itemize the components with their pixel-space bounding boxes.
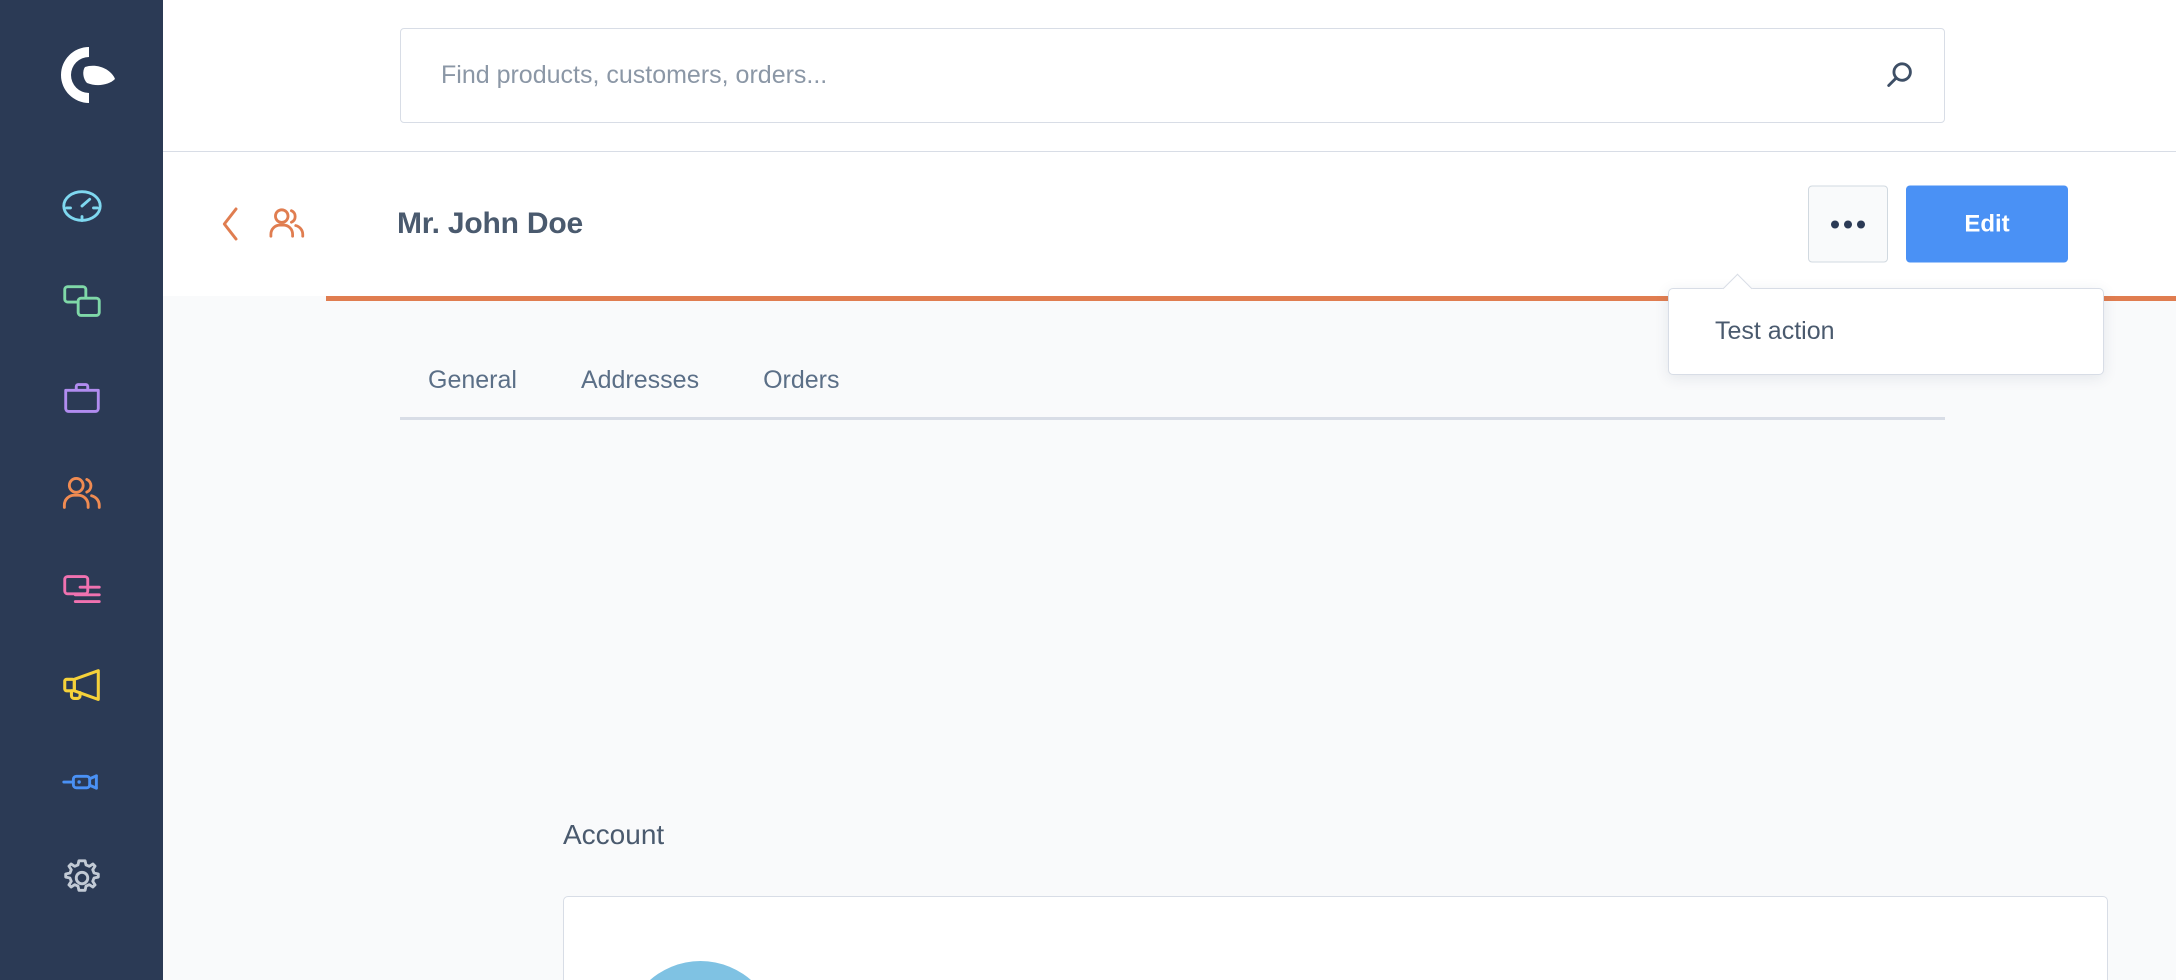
sidebar-item-dashboard[interactable] <box>0 158 163 254</box>
customers-people-icon <box>266 203 308 245</box>
content-area: General Addresses Orders Account JD Mr. … <box>163 296 2176 980</box>
top-bar <box>163 0 2176 152</box>
sidebar-nav <box>0 150 163 926</box>
app-root: Mr. John Doe Edit Test action General Ad… <box>0 0 2176 980</box>
avatar: JD <box>624 961 777 980</box>
edit-button[interactable]: Edit <box>1906 186 2068 263</box>
content-document-icon <box>59 567 105 613</box>
sidebar-item-catalogues[interactable] <box>0 254 163 350</box>
context-menu: Test action <box>1668 288 2104 375</box>
chevron-left-icon <box>216 204 246 244</box>
module-customers-icon-wrap <box>263 200 311 248</box>
more-dot <box>1857 220 1865 228</box>
dashboard-gauge-icon <box>59 183 105 229</box>
shopware-logo-icon <box>45 45 119 105</box>
extensions-plug-icon <box>59 759 105 805</box>
sidebar-logo[interactable] <box>0 0 163 150</box>
more-actions-button[interactable] <box>1808 186 1888 263</box>
marketing-megaphone-icon <box>59 663 105 709</box>
section-title-account: Account <box>563 819 664 851</box>
header-actions: Edit <box>1808 186 2068 263</box>
sidebar-item-extensions[interactable] <box>0 734 163 830</box>
search-icon <box>1880 57 1918 95</box>
tab-general[interactable]: General <box>400 366 549 417</box>
account-card-body: JD Mr. John Doe - Shopware john@doe.com <box>564 897 2107 980</box>
account-card: JD Mr. John Doe - Shopware john@doe.com <box>563 896 2108 980</box>
more-dot <box>1844 220 1852 228</box>
account-details: Mr. John Doe - Shopware john@doe.com <box>867 961 1225 980</box>
tab-orders[interactable]: Orders <box>731 366 871 417</box>
sidebar-item-customers[interactable] <box>0 446 163 542</box>
sidebar <box>0 0 163 980</box>
catalogues-squares-icon <box>59 279 105 325</box>
search-input[interactable] <box>401 29 1854 122</box>
search-button[interactable] <box>1854 29 1944 122</box>
orders-bag-icon <box>59 375 105 421</box>
settings-gear-icon <box>59 855 105 901</box>
tab-addresses[interactable]: Addresses <box>549 366 731 417</box>
page-header: Mr. John Doe Edit <box>163 152 2176 296</box>
more-dot <box>1831 220 1839 228</box>
main-area: Mr. John Doe Edit Test action General Ad… <box>163 0 2176 980</box>
sidebar-item-orders[interactable] <box>0 350 163 446</box>
sidebar-item-marketing[interactable] <box>0 638 163 734</box>
page-title: Mr. John Doe <box>397 207 583 241</box>
global-search[interactable] <box>400 28 1945 123</box>
sidebar-item-settings[interactable] <box>0 830 163 926</box>
customers-people-icon <box>59 471 105 517</box>
back-button[interactable] <box>211 200 251 248</box>
sidebar-item-content[interactable] <box>0 542 163 638</box>
context-menu-item-test-action[interactable]: Test action <box>1669 289 2103 374</box>
